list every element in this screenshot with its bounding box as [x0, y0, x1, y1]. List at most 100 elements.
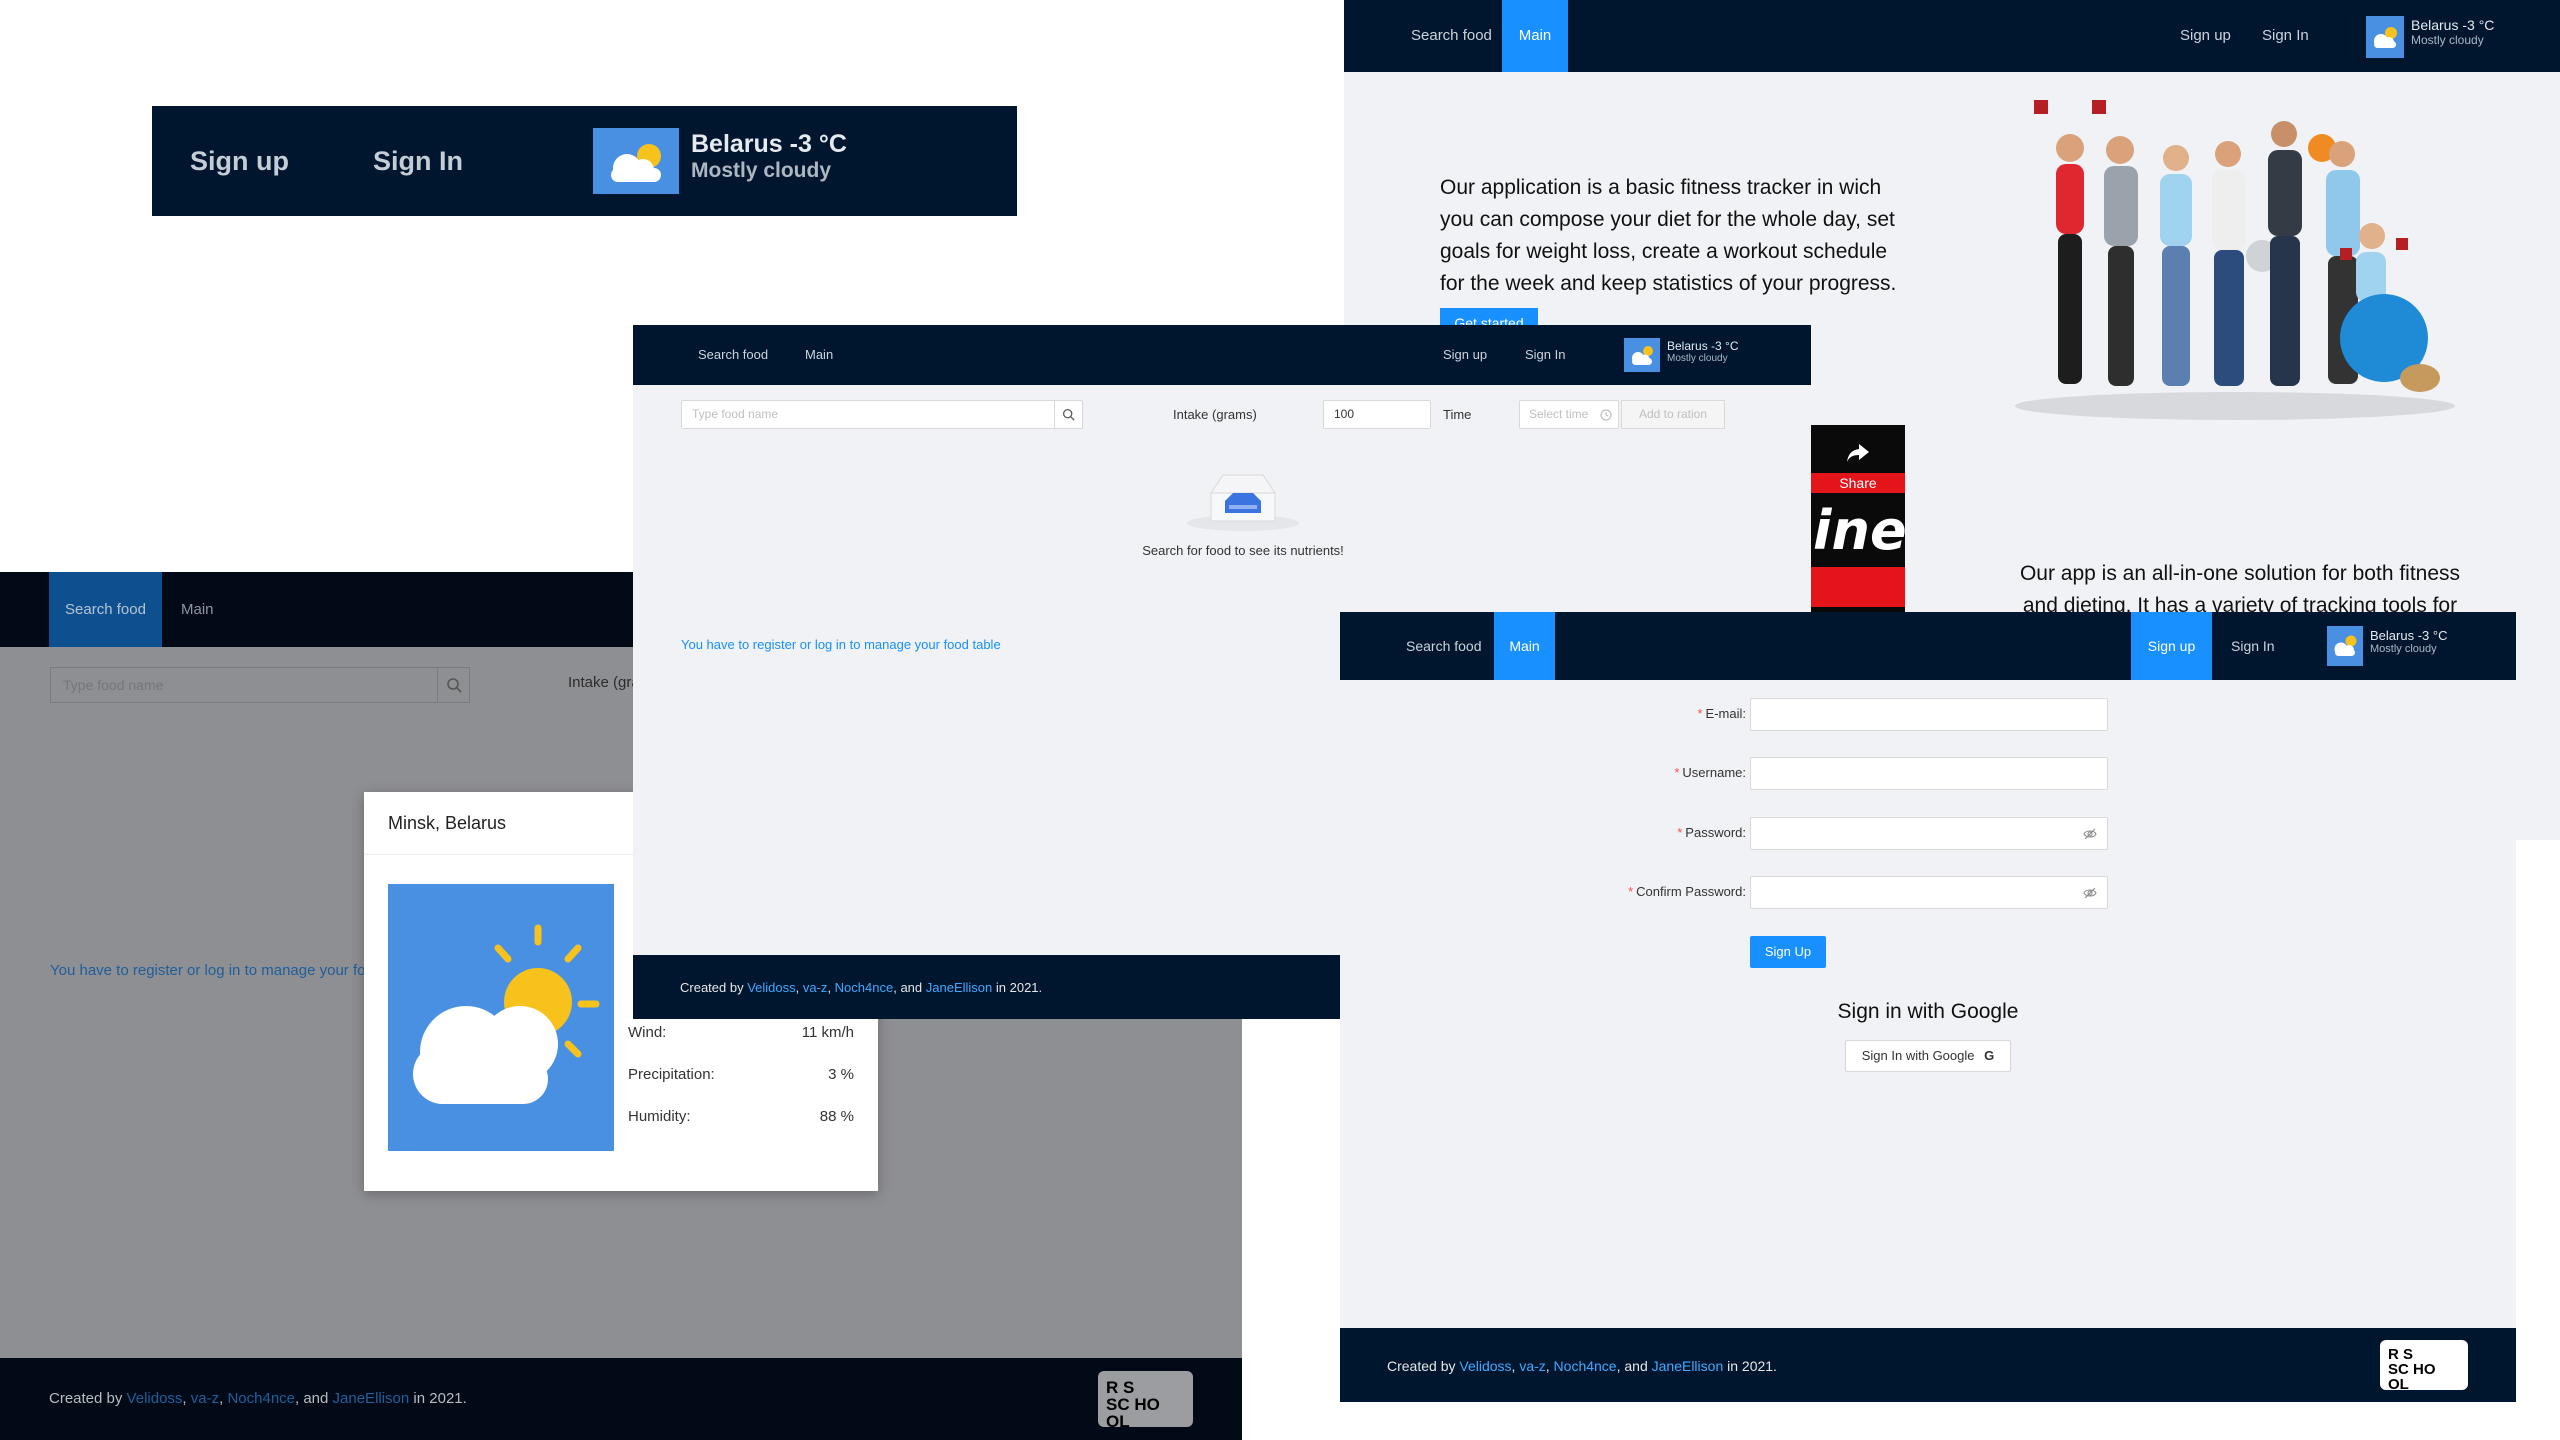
- author-link[interactable]: JaneEllison: [333, 1390, 410, 1407]
- author-link[interactable]: Noch4nce: [835, 980, 894, 995]
- empty-box-icon: [1187, 474, 1299, 531]
- video-caption: ined: [1813, 499, 1905, 562]
- nav-sign-in[interactable]: Sign In: [1525, 325, 1565, 385]
- weather-widget-text[interactable]: Belarus -3 °C Mostly cloudy: [2411, 17, 2494, 47]
- logo-line-1: R S: [2388, 1346, 2414, 1363]
- top-navbar: Search food Main Sign up Sign In Belarus…: [633, 325, 1811, 385]
- nav-search-food[interactable]: Search food: [698, 325, 768, 385]
- weather-widget-text[interactable]: Belarus -3 °C Mostly cloudy: [2370, 628, 2447, 655]
- confirm-password-field[interactable]: [1750, 876, 2108, 909]
- nav-search-food[interactable]: Search food: [1411, 0, 1492, 72]
- search-input[interactable]: Type food name: [50, 667, 470, 703]
- empty-state: Search for food to see its nutrients!: [1142, 453, 1344, 563]
- nav-sign-in[interactable]: Sign In: [2262, 0, 2309, 72]
- password-field[interactable]: [1750, 817, 2108, 850]
- fitness-people-illustration: [2015, 100, 2455, 420]
- weather-temp: -3 °C: [1711, 339, 1739, 353]
- nav-sign-up[interactable]: Sign up: [190, 146, 289, 177]
- fitness-people-image: [2000, 88, 2470, 428]
- weather-desc: Mostly cloudy: [2370, 643, 2437, 655]
- weather-city: Belarus: [691, 130, 783, 158]
- username-field[interactable]: [1750, 757, 2108, 790]
- weather-row-value: 3 %: [828, 1066, 854, 1083]
- nav-search-food[interactable]: Search food: [49, 572, 162, 647]
- google-icon: G: [1984, 1048, 1995, 1063]
- weather-city: Belarus: [2411, 17, 2459, 33]
- weather-widget-icon[interactable]: [2327, 626, 2363, 666]
- weather-row: Wind: 11 km/h: [628, 1024, 854, 1041]
- register-message[interactable]: You have to register or log in to manage…: [681, 637, 1001, 652]
- google-button-label: Sign In with Google: [1861, 1048, 1975, 1063]
- weather-row-value: 11 km/h: [801, 1024, 854, 1041]
- footer-suffix: in 2021.: [1727, 1358, 1777, 1374]
- weather-row-value: 88 %: [819, 1108, 854, 1125]
- author-link[interactable]: Noch4nce: [227, 1390, 295, 1407]
- footer: Created by Velidoss, va-z, Noch4nce, and…: [1340, 1328, 2516, 1402]
- search-placeholder: Type food name: [63, 677, 164, 693]
- share-icon[interactable]: [1845, 442, 1871, 464]
- author-link[interactable]: va-z: [191, 1390, 219, 1407]
- weather-widget-icon[interactable]: [1624, 338, 1660, 372]
- rs-school-logo[interactable]: R S SC HO OL: [1098, 1371, 1193, 1430]
- nav-search-food[interactable]: Search food: [1406, 612, 1482, 680]
- author-link[interactable]: JaneEllison: [1652, 1358, 1724, 1374]
- intake-input[interactable]: 100: [1323, 400, 1431, 429]
- intake-label: Intake (gra: [568, 674, 640, 691]
- search-button[interactable]: [437, 668, 469, 702]
- nav-main[interactable]: Main: [181, 572, 214, 647]
- weather-widget-icon[interactable]: [593, 128, 679, 194]
- search-input[interactable]: Type food name: [681, 400, 1083, 429]
- weather-widget-icon[interactable]: [2366, 16, 2404, 58]
- author-link[interactable]: JaneEllison: [926, 980, 993, 995]
- nav-main[interactable]: Main: [1502, 0, 1568, 72]
- password-label: * Password:: [1677, 825, 1746, 840]
- nav-sign-up[interactable]: Sign up: [2180, 0, 2231, 72]
- weather-temp: -3 °C: [2462, 17, 2495, 33]
- footer-prefix: Created by: [49, 1390, 123, 1407]
- share-label[interactable]: Share: [1811, 473, 1905, 493]
- nav-main[interactable]: Main: [1494, 612, 1555, 680]
- footer-suffix: in 2021.: [413, 1390, 467, 1407]
- weather-row-label: Precipitation:: [628, 1066, 715, 1083]
- google-sign-in-button[interactable]: Sign In with Google G: [1845, 1040, 2011, 1072]
- time-picker[interactable]: Select time: [1519, 400, 1619, 429]
- search-button[interactable]: [1054, 401, 1082, 428]
- weather-row: Humidity: 88 %: [628, 1108, 854, 1125]
- partly-cloudy-icon: [611, 144, 661, 182]
- partly-cloudy-icon: [413, 924, 600, 1104]
- author-link[interactable]: Noch4nce: [1554, 1358, 1617, 1374]
- logo-line-2: SC HO OL: [2388, 1361, 2436, 1393]
- nav-sign-in[interactable]: Sign In: [2231, 612, 2275, 680]
- nav-main[interactable]: Main: [805, 325, 833, 385]
- nav-sign-up[interactable]: Sign up: [2131, 612, 2212, 680]
- weather-widget-text[interactable]: Belarus -3 °C Mostly cloudy: [1667, 339, 1739, 364]
- intro-text: Our application is a basic fitness track…: [1440, 176, 1897, 295]
- author-link[interactable]: va-z: [1519, 1358, 1545, 1374]
- footer-prefix: Created by: [1387, 1358, 1456, 1374]
- partly-cloudy-icon: [2334, 635, 2357, 656]
- weather-city: Belarus: [2370, 628, 2415, 643]
- add-to-ration-button[interactable]: Add to ration: [1621, 400, 1725, 429]
- email-field[interactable]: [1750, 698, 2108, 731]
- author-link[interactable]: Velidoss: [747, 980, 795, 995]
- footer-credits: Created by Velidoss, va-z, Noch4nce, and…: [680, 980, 1043, 995]
- eye-invisible-icon[interactable]: [2083, 887, 2097, 899]
- eye-invisible-icon[interactable]: [2083, 828, 2097, 840]
- video-overlay: Share ined: [1811, 425, 1905, 615]
- author-link[interactable]: va-z: [803, 980, 828, 995]
- nav-sign-up[interactable]: Sign up: [1443, 325, 1487, 385]
- sign-up-button[interactable]: Sign Up: [1750, 936, 1826, 968]
- rs-school-logo[interactable]: R S SC HO OL: [2380, 1340, 2468, 1393]
- weather-widget-text[interactable]: Belarus -3 °C Mostly cloudy: [691, 130, 847, 183]
- author-link[interactable]: Velidoss: [1459, 1358, 1511, 1374]
- nav-sign-in[interactable]: Sign In: [373, 146, 463, 177]
- modal-title: Minsk, Belarus: [388, 813, 507, 833]
- author-link[interactable]: Velidoss: [127, 1390, 183, 1407]
- weather-row-label: Wind:: [628, 1024, 667, 1041]
- top-navbar: Search food Main Sign up Sign In Belarus…: [1344, 0, 2560, 72]
- register-message[interactable]: You have to register or log in to manage…: [50, 962, 382, 979]
- top-navbar: Search food Main Sign up Sign In Belarus…: [1340, 612, 2516, 680]
- intake-label: Intake (grams): [1173, 407, 1257, 422]
- footer: Created by Velidoss, va-z, Noch4nce, and…: [0, 1358, 1242, 1440]
- weather-row: Precipitation: 3 %: [628, 1066, 854, 1083]
